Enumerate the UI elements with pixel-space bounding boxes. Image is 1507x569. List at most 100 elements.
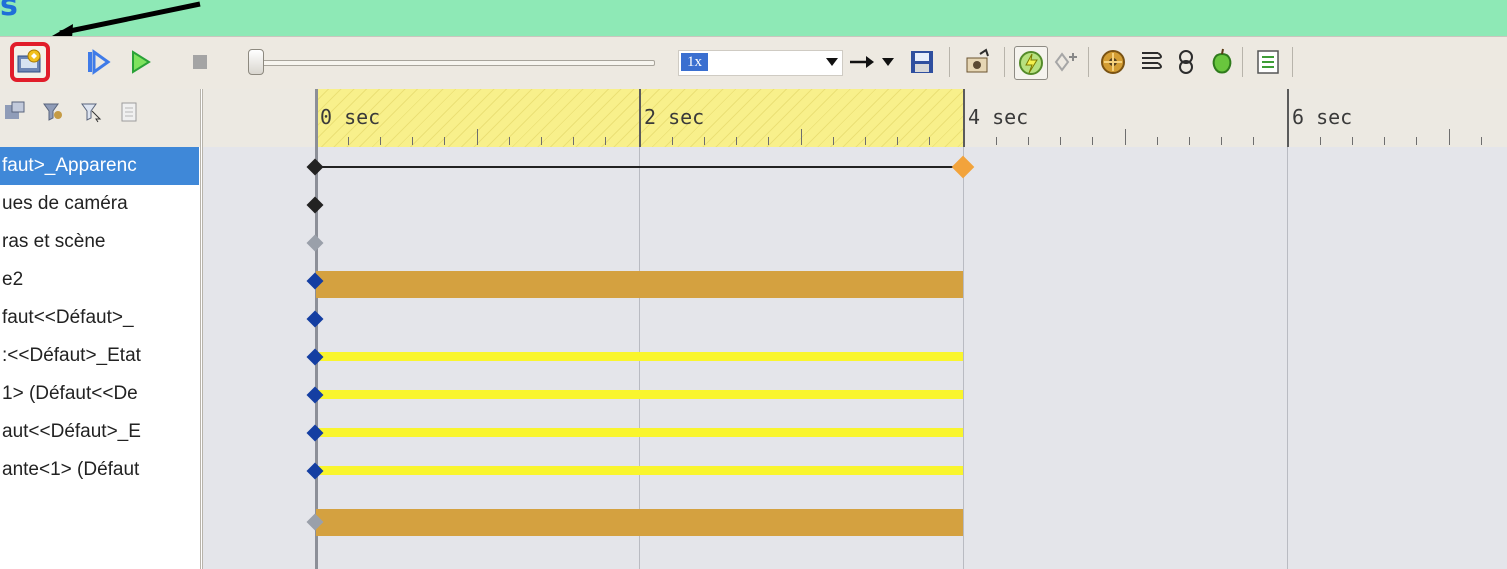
ruler-tick (672, 137, 673, 145)
chevron-down-icon (882, 58, 894, 66)
filter-selected-icon[interactable] (80, 101, 102, 123)
filter-driving-icon[interactable] (42, 101, 64, 123)
tree-item-default-1[interactable]: faut<<Défaut>_ (0, 299, 199, 337)
contact-button[interactable] (1170, 46, 1202, 78)
animation-wizard-button[interactable] (962, 46, 994, 78)
playback-mode-icon (850, 56, 874, 68)
play-from-start-button[interactable] (82, 46, 114, 78)
header-fragment: s (0, 0, 19, 23)
ruler-tick (1028, 137, 1029, 145)
gravity-icon (1212, 48, 1232, 74)
track-state-bar[interactable] (316, 352, 963, 361)
autokey-toggle[interactable] (1014, 46, 1048, 80)
animation-wizard-icon (17, 49, 41, 73)
key-diamond[interactable] (306, 158, 324, 176)
track-state-bar[interactable] (316, 390, 963, 399)
key-diamond[interactable] (306, 234, 324, 252)
tree-item-default-4[interactable]: aut<<Défaut>_E (0, 413, 199, 451)
ruler-tick (444, 137, 445, 145)
ruler-tick (1320, 137, 1321, 145)
playback-speed-value: 1x (681, 53, 708, 71)
timeline-slider-track[interactable] (258, 60, 655, 66)
playback-mode-dropdown[interactable] (878, 46, 898, 78)
key-diamond[interactable] (306, 196, 324, 214)
ruler-tick (929, 137, 930, 145)
ruler-tick (1221, 137, 1222, 145)
ruler-tick (996, 137, 997, 145)
gravity-button[interactable] (1206, 46, 1238, 78)
time-ruler[interactable]: 0 sec 2 sec 4 sec 6 sec (203, 89, 1507, 147)
tree-item-component[interactable]: e2 (0, 261, 199, 299)
add-key-button[interactable] (1050, 46, 1082, 78)
tree-item-appearance[interactable]: faut>_Apparenc (0, 147, 199, 185)
playback-mode-button[interactable] (846, 46, 878, 78)
ruler-tick (509, 137, 510, 145)
ruler-tick (1092, 137, 1093, 145)
filter-results-icon[interactable] (118, 101, 140, 123)
spring-button[interactable] (1134, 46, 1166, 78)
autokey-icon (1019, 51, 1043, 75)
ruler-tick (477, 129, 478, 145)
save-animation-button[interactable] (906, 46, 938, 78)
ruler-tick (768, 137, 769, 145)
play-from-start-icon (88, 49, 111, 75)
motor-button[interactable] (1097, 46, 1129, 78)
ruler-tick (573, 137, 574, 145)
tree-item-lights-scene[interactable]: ras et scène (0, 223, 199, 261)
slide-header-band: s (0, 0, 1507, 39)
timeline-slider-thumb[interactable] (248, 49, 264, 75)
calculate-button[interactable] (10, 42, 50, 82)
motion-study-panel: 1x faut>_Apparenc ues de caméra ras et s… (0, 36, 1507, 569)
ruler-label: 2 sec (644, 105, 705, 129)
ruler-tick (897, 137, 898, 145)
stop-button[interactable] (184, 46, 216, 78)
time-grid-line (963, 147, 964, 569)
ruler-tick (1481, 137, 1482, 145)
track-appearance-line[interactable] (315, 166, 963, 168)
key-diamond[interactable] (306, 310, 324, 328)
ruler-tick (1449, 129, 1450, 145)
filter-animated-icon[interactable] (4, 101, 26, 123)
ruler-tick (1060, 137, 1061, 145)
results-button[interactable] (1252, 46, 1284, 78)
tree-item-default-5[interactable]: ante<1> (Défaut (0, 451, 199, 489)
track-state-bar[interactable] (316, 428, 963, 437)
ruler-tick (1157, 137, 1158, 145)
ruler-tick (1416, 137, 1417, 145)
toolbar-separator (1292, 47, 1293, 77)
tree-item-camera-views[interactable]: ues de caméra (0, 185, 199, 223)
chevron-down-icon (826, 58, 838, 66)
ruler-tick (541, 137, 542, 145)
key-diamond-end[interactable] (951, 155, 975, 179)
ruler-tick (412, 137, 413, 145)
tree-filter-toolbar (0, 89, 200, 147)
track-state-bar[interactable] (316, 466, 963, 475)
track-component-bar[interactable] (316, 271, 963, 298)
play-icon (132, 50, 151, 74)
toolbar-separator (949, 47, 950, 77)
ruler-tick (380, 137, 381, 145)
add-key-icon (1054, 52, 1077, 72)
annotation-arrow (52, 1, 201, 39)
timeline-area[interactable]: 0 sec 2 sec 4 sec 6 sec (203, 89, 1507, 569)
ruler-major-line (1287, 89, 1289, 147)
ruler-tick (801, 129, 802, 145)
ruler-major-line (963, 89, 965, 147)
ruler-tick (1189, 137, 1190, 145)
time-grid-line (1287, 147, 1288, 569)
motion-icon (1101, 50, 1125, 74)
track-component-bar[interactable] (316, 509, 963, 536)
playback-speed-select[interactable]: 1x (678, 50, 843, 76)
ruler-tick (605, 137, 606, 145)
motion-toolbar: 1x (0, 37, 1507, 90)
motion-tree-pane: faut>_Apparenc ues de caméra ras et scèn… (0, 89, 203, 569)
tree-item-default-3[interactable]: 1> (Défaut<<De (0, 375, 199, 413)
save-animation-icon (911, 51, 933, 73)
ruler-tick (1253, 137, 1254, 145)
stop-icon (193, 55, 207, 69)
ruler-label: 6 sec (1292, 105, 1353, 129)
play-button[interactable] (124, 46, 156, 78)
ruler-tick (1352, 137, 1353, 145)
tree-item-default-2[interactable]: :<<Défaut>_Etat (0, 337, 199, 375)
ruler-tick (704, 137, 705, 145)
